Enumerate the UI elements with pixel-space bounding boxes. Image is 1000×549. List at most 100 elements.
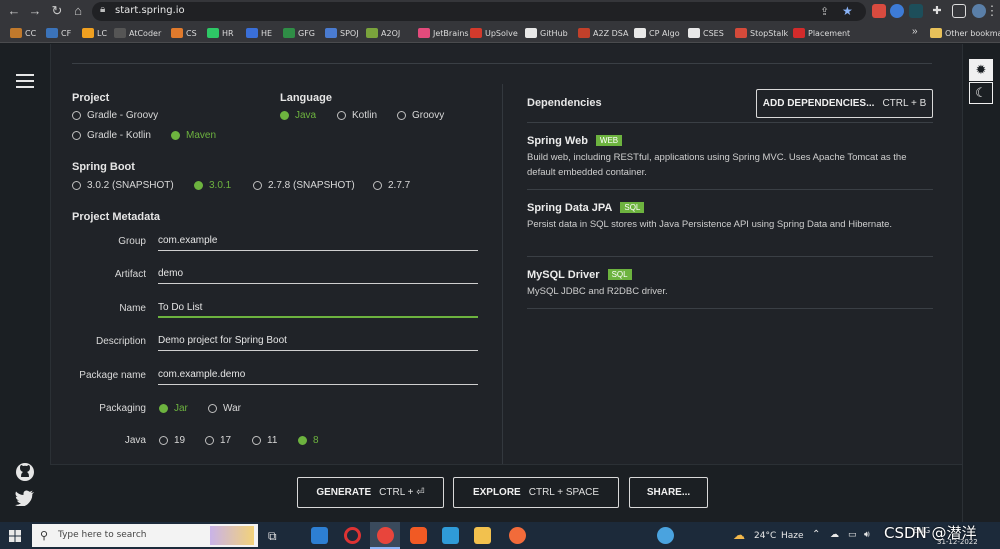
github-icon[interactable] (15, 462, 35, 482)
weather-icon: ☁ (733, 528, 745, 542)
radio-packaging-jar[interactable]: Jar (159, 403, 188, 414)
forward-arrow-icon[interactable]: → (27, 3, 43, 19)
package-name-input[interactable]: com.example.demo (158, 365, 478, 385)
radio-boot-301[interactable]: 3.0.1 (194, 180, 231, 191)
dependency-spring-web[interactable]: Spring Web WEB (527, 135, 623, 147)
radio-project-maven[interactable]: Maven (171, 130, 216, 141)
windows-start-icon[interactable] (9, 530, 21, 542)
radio-java-19[interactable]: 19 (159, 435, 185, 446)
bookmark-item[interactable]: CF (46, 27, 71, 39)
sidepanel-icon[interactable] (952, 4, 966, 18)
radio-project-gradle-groovy[interactable]: Gradle - Groovy (72, 110, 158, 121)
store-icon[interactable] (442, 527, 459, 544)
bookmarks-bar: CC CF LC AtCoder CS HR HE GFG SPOJ A2OJ JetBrains U… (0, 23, 1000, 43)
help-icon[interactable] (657, 527, 674, 544)
weather-temp[interactable]: 24°C (754, 531, 776, 541)
bookmark-label: Placement (808, 28, 851, 38)
bookmark-item[interactable]: HE (246, 27, 272, 39)
puzzle-icon[interactable]: ✚ (930, 4, 944, 18)
search-icon: ⚲ (40, 530, 49, 542)
light-theme-icon[interactable]: ✹ (969, 59, 993, 81)
address-bar[interactable]: 🔒︎ start.spring.io ⇪ ★ (92, 2, 866, 21)
generate-button[interactable]: GENERATE CTRL + ⏎ (297, 477, 444, 508)
bookmark-label: StopStalk (750, 28, 789, 38)
bookmark-item[interactable]: CC (10, 27, 36, 39)
dependency-badge: SQL (620, 202, 645, 213)
vscode-icon[interactable] (311, 527, 328, 544)
bookmark-item[interactable]: UpSolve (470, 27, 518, 39)
bookmark-item[interactable]: A2OJ (366, 27, 400, 39)
bookmark-item[interactable]: AtCoder (114, 27, 161, 39)
brave-icon[interactable] (410, 527, 427, 544)
radio-java-11[interactable]: 11 (252, 435, 277, 446)
right-rail (962, 44, 1000, 522)
search-highlight-image (210, 526, 254, 545)
kebab-menu-icon[interactable]: ⋮ (984, 3, 1000, 19)
bookmark-label: CF (61, 28, 72, 38)
weather-desc[interactable]: Haze (781, 531, 804, 541)
reload-icon[interactable]: ↻ (49, 3, 65, 19)
back-arrow-icon[interactable]: ← (6, 3, 22, 19)
spring-boot-title: Spring Boot (72, 161, 135, 173)
radio-boot-302-snapshot[interactable]: 3.0.2 (SNAPSHOT) (72, 180, 174, 191)
share-icon[interactable]: ⇪ (820, 5, 829, 18)
bookmark-item[interactable]: GitHub (525, 27, 568, 39)
artifact-input[interactable]: demo (158, 264, 478, 284)
app-icon[interactable] (509, 527, 526, 544)
bookmark-item[interactable]: JetBrains (418, 27, 469, 39)
radio-dot (171, 131, 180, 140)
lock-icon: 🔒︎ (100, 4, 106, 15)
chrome-taskbar-item[interactable] (370, 522, 400, 549)
extension-icon[interactable] (909, 4, 923, 18)
volume-icon[interactable]: 🔊︎ (864, 530, 870, 540)
recorder-icon[interactable] (344, 527, 361, 544)
bookmark-item[interactable]: StopStalk (735, 27, 788, 39)
radio-language-groovy[interactable]: Groovy (397, 110, 444, 121)
radio-language-kotlin[interactable]: Kotlin (337, 110, 377, 121)
divider (527, 122, 933, 123)
radio-packaging-war[interactable]: War (208, 403, 241, 414)
hamburger-menu-icon[interactable] (16, 74, 34, 76)
dark-theme-icon[interactable]: ☾ (969, 82, 993, 104)
network-icon[interactable]: ☁ (830, 530, 839, 540)
dependency-badge: SQL (607, 269, 632, 280)
radio-java-8[interactable]: 8 (298, 435, 319, 446)
bookmark-item[interactable]: CS (171, 27, 197, 39)
bookmarks-overflow-icon[interactable]: » (912, 26, 918, 37)
other-bookmarks[interactable]: Other bookmarks (930, 27, 1000, 39)
group-input[interactable]: com.example (158, 231, 478, 251)
battery-icon[interactable]: ▭ (848, 530, 857, 540)
bookmark-item[interactable]: SPOJ (325, 27, 359, 39)
bookmark-item[interactable]: A2Z DSA (578, 27, 628, 39)
bookmark-item[interactable]: CSES (688, 27, 724, 39)
radio-java-17[interactable]: 17 (205, 435, 231, 446)
radio-boot-277[interactable]: 2.7.7 (373, 180, 410, 191)
home-icon[interactable]: ⌂ (70, 3, 86, 19)
bookmark-item[interactable]: LC (82, 27, 107, 39)
explore-button[interactable]: EXPLORE CTRL + SPACE (453, 477, 619, 508)
share-button[interactable]: SHARE... (629, 477, 708, 508)
bookmark-item[interactable]: Placement (793, 27, 850, 39)
twitter-icon[interactable] (15, 490, 35, 506)
bookmark-label: CP Algo (649, 28, 680, 38)
dependency-mysql-driver[interactable]: MySQL Driver SQL (527, 269, 632, 281)
task-view-icon[interactable]: ⧉ (268, 529, 277, 544)
tray-chevron-icon[interactable]: ⌃ (812, 529, 820, 540)
bookmark-star-icon[interactable]: ★ (842, 4, 853, 18)
extension-icon[interactable] (890, 4, 904, 18)
add-dependencies-button[interactable]: ADD DEPENDENCIES... CTRL + B (756, 89, 933, 118)
bookmark-label: CSES (703, 28, 724, 38)
bookmark-item[interactable]: HR (207, 27, 234, 39)
radio-boot-278-snapshot[interactable]: 2.7.8 (SNAPSHOT) (253, 180, 355, 191)
extension-icon[interactable] (872, 4, 886, 18)
bookmark-favicon-icon (46, 28, 58, 38)
file-explorer-icon[interactable] (474, 527, 491, 544)
description-input[interactable]: Demo project for Spring Boot (158, 331, 478, 351)
bookmark-item[interactable]: GFG (283, 27, 315, 39)
bookmark-item[interactable]: CP Algo (634, 27, 680, 39)
name-input[interactable]: To Do List (158, 298, 478, 318)
radio-project-gradle-kotlin[interactable]: Gradle - Kotlin (72, 130, 151, 141)
taskbar-search-input[interactable]: ⚲ Type here to search (32, 524, 258, 547)
radio-language-java[interactable]: Java (280, 110, 316, 121)
dependency-spring-data-jpa[interactable]: Spring Data JPA SQL (527, 202, 645, 214)
